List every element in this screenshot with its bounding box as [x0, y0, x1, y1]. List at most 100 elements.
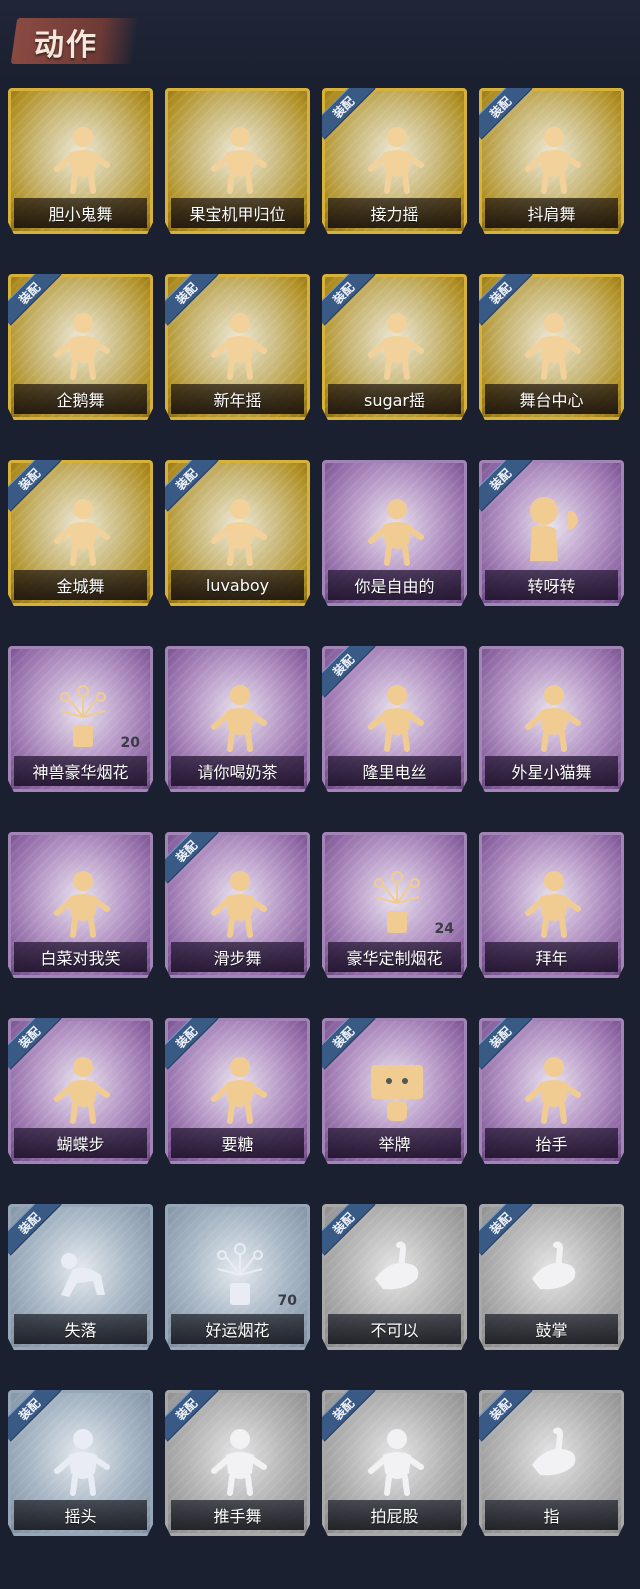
equipped-badge-text: 装配: [329, 1395, 357, 1423]
equipped-badge-text: 装配: [15, 1209, 43, 1237]
emote-label: 金城舞: [56, 577, 105, 596]
emote-card[interactable]: 装配 舞台中心: [479, 274, 624, 420]
equipped-badge-text: 装配: [486, 1209, 514, 1237]
emote-card[interactable]: 装配 luvaboy: [165, 460, 310, 606]
item-count: 24: [434, 921, 454, 937]
emote-label: 企鹅舞: [56, 391, 105, 410]
label-bar: 接力摇: [328, 198, 461, 228]
label-bar: 新年摇: [171, 384, 304, 414]
label-bar: 舞台中心: [485, 384, 618, 414]
dance-pose-icon: [204, 119, 276, 195]
emote-label: 失落: [64, 1321, 97, 1340]
dance-pose-icon: [518, 119, 590, 195]
emote-card[interactable]: 你是自由的: [322, 460, 467, 606]
kneel-pose-icon: [47, 1235, 119, 1311]
emote-label: 你是自由的: [354, 577, 435, 596]
emote-card[interactable]: 果宝机甲归位: [165, 88, 310, 234]
equipped-badge-text: 装配: [329, 93, 357, 121]
emote-label: luvaboy: [205, 575, 270, 595]
equipped-badge-text: 装配: [329, 279, 357, 307]
emote-card[interactable]: 装配要糖: [165, 1018, 310, 1164]
emote-card[interactable]: 胆小鬼舞: [8, 88, 153, 234]
label-bar: 要糖: [171, 1128, 304, 1158]
label-bar: 企鹅舞: [14, 384, 147, 414]
dance-pose-icon: [361, 119, 433, 195]
emote-label: 转呀转: [527, 577, 576, 596]
emote-card[interactable]: 装配隆里电丝: [322, 646, 467, 792]
emote-card[interactable]: 装配 抬手: [479, 1018, 624, 1164]
emote-card[interactable]: 装配 sugar摇: [322, 274, 467, 420]
emote-card[interactable]: 装配 摇头: [8, 1390, 153, 1536]
emote-card[interactable]: 24 豪华定制烟花: [322, 832, 467, 978]
emote-label: 不可以: [370, 1321, 419, 1340]
emote-label: 摇头: [64, 1507, 97, 1526]
label-bar: 金城舞: [14, 570, 147, 600]
emote-label: 抬手: [535, 1135, 568, 1154]
point-hand-icon: [518, 1421, 590, 1497]
item-count: 20: [120, 735, 140, 751]
label-bar: 鼓掌: [485, 1314, 618, 1344]
emote-label: 抖肩舞: [527, 205, 576, 224]
fireworks-icon: [361, 863, 433, 939]
emote-label: 拍屁股: [370, 1507, 419, 1526]
emote-label: 舞台中心: [519, 391, 584, 410]
emote-card[interactable]: 装配转呀转: [479, 460, 624, 606]
emote-card[interactable]: 请你喝奶茶: [165, 646, 310, 792]
emote-label: 拜年: [535, 949, 568, 968]
emote-card[interactable]: 装配 不可以: [322, 1204, 467, 1350]
label-bar: 失落: [14, 1314, 147, 1344]
dance-pose-icon: [361, 491, 433, 567]
emote-card[interactable]: 装配接力摇: [322, 88, 467, 234]
emote-label: 接力摇: [370, 205, 419, 224]
emote-label: 好运烟花: [205, 1321, 270, 1340]
label-bar: 拜年: [485, 942, 618, 972]
emote-label: sugar摇: [363, 391, 426, 410]
emote-card[interactable]: 装配 举牌: [322, 1018, 467, 1164]
emote-card[interactable]: 拜年: [479, 832, 624, 978]
equipped-badge-text: 装配: [172, 1023, 200, 1051]
equipped-badge-text: 装配: [15, 279, 43, 307]
label-bar: 豪华定制烟花: [328, 942, 461, 972]
emote-label: 果宝机甲归位: [189, 205, 286, 224]
dance-pose-icon: [518, 677, 590, 753]
finger-wag-icon: [361, 1235, 433, 1311]
emote-label: 豪华定制烟花: [346, 949, 443, 968]
sign-icon: [361, 1049, 433, 1125]
dance-pose-icon: [361, 677, 433, 753]
emote-card[interactable]: 装配 鼓掌: [479, 1204, 624, 1350]
equipped-badge-text: 装配: [329, 651, 357, 679]
emote-card[interactable]: 装配 滑步舞: [165, 832, 310, 978]
item-count: 70: [277, 1293, 297, 1309]
equipped-badge-text: 装配: [172, 1395, 200, 1423]
label-bar: 请你喝奶茶: [171, 756, 304, 786]
clap-hands-icon: [518, 1235, 590, 1311]
emote-card[interactable]: 装配抖肩舞: [479, 88, 624, 234]
label-bar: 蝴蝶步: [14, 1128, 147, 1158]
emote-card[interactable]: 20 神兽豪华烟花: [8, 646, 153, 792]
emote-card[interactable]: 装配 蝴蝶步: [8, 1018, 153, 1164]
equipped-badge-text: 装配: [172, 279, 200, 307]
equipped-badge-text: 装配: [486, 465, 514, 493]
emote-card[interactable]: 装配新年摇: [165, 274, 310, 420]
equipped-badge-text: 装配: [329, 1023, 357, 1051]
emote-label: 要糖: [221, 1135, 254, 1154]
fireworks-icon: [47, 677, 119, 753]
emote-card[interactable]: 白菜对我笑: [8, 832, 153, 978]
emote-card[interactable]: 装配 金城舞: [8, 460, 153, 606]
emote-card[interactable]: 装配企鹅舞: [8, 274, 153, 420]
equipped-badge-text: 装配: [486, 1395, 514, 1423]
equipped-badge-text: 装配: [486, 93, 514, 121]
label-bar: 抖肩舞: [485, 198, 618, 228]
emote-card[interactable]: 装配指: [479, 1390, 624, 1536]
emote-card[interactable]: 装配 推手舞: [165, 1390, 310, 1536]
dance-pose-icon: [47, 1049, 119, 1125]
dance-pose-icon: [204, 863, 276, 939]
emote-label: 白菜对我笑: [40, 949, 121, 968]
emote-card[interactable]: 装配失落: [8, 1204, 153, 1350]
emote-card[interactable]: 外星小猫舞: [479, 646, 624, 792]
dance-pose-icon: [204, 1049, 276, 1125]
emote-card[interactable]: 装配拍屁股: [322, 1390, 467, 1536]
emote-label: 隆里电丝: [362, 763, 427, 782]
emote-label: 新年摇: [213, 391, 262, 410]
emote-card[interactable]: 70 好运烟花: [165, 1204, 310, 1350]
